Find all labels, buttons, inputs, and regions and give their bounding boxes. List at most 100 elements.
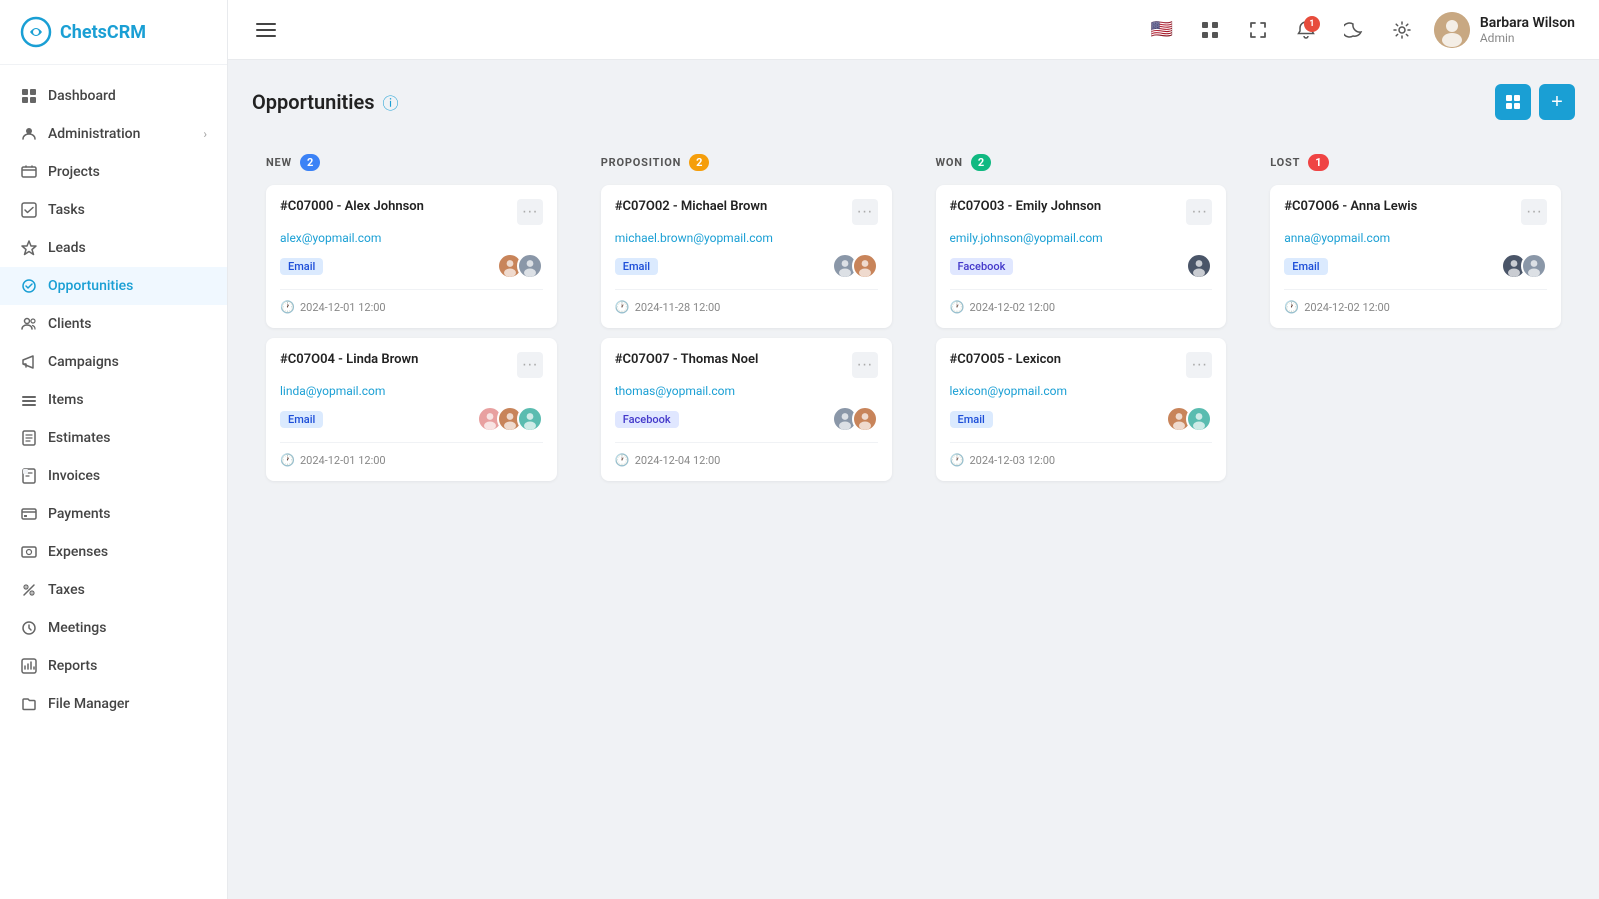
card-header: #C07000 - Alex Johnson ··· bbox=[280, 199, 543, 225]
avatar-small bbox=[852, 406, 878, 432]
info-icon[interactable]: ⓘ bbox=[383, 90, 399, 114]
header-left bbox=[252, 19, 280, 41]
sidebar-item-items[interactable]: Items bbox=[0, 381, 227, 419]
date-text: 2024-12-01 12:00 bbox=[300, 454, 386, 467]
opportunity-card[interactable]: #C07O04 - Linda Brown ··· linda@yopmail.… bbox=[266, 338, 557, 481]
opportunity-card[interactable]: #C07000 - Alex Johnson ··· alex@yopmail.… bbox=[266, 185, 557, 328]
opportunity-card[interactable]: #C07O07 - Thomas Noel ··· thomas@yopmail… bbox=[601, 338, 892, 481]
sidebar-item-meetings[interactable]: Meetings bbox=[0, 609, 227, 647]
sidebar: ChetsCRM Dashboard Administration › Proj… bbox=[0, 0, 228, 899]
menu-toggle[interactable] bbox=[252, 19, 280, 41]
sidebar-item-dashboard[interactable]: Dashboard bbox=[0, 77, 227, 115]
grid-apps-icon[interactable] bbox=[1194, 14, 1226, 46]
notification-count: 1 bbox=[1304, 16, 1320, 32]
logo-area[interactable]: ChetsCRM bbox=[0, 0, 227, 65]
main-content: Opportunities ⓘ + NEW 2 #C07000 - Alex J… bbox=[228, 60, 1599, 899]
items-icon bbox=[20, 391, 38, 409]
card-menu-button[interactable]: ··· bbox=[1186, 199, 1212, 225]
card-menu-button[interactable]: ··· bbox=[517, 199, 543, 225]
date-text: 2024-12-03 12:00 bbox=[969, 454, 1055, 467]
card-email: emily.johnson@yopmail.com bbox=[950, 231, 1213, 245]
opportunity-card[interactable]: #C07O02 - Michael Brown ··· michael.brow… bbox=[601, 185, 892, 328]
column-title: PROPOSITION bbox=[601, 156, 681, 169]
sidebar-item-expenses[interactable]: Expenses bbox=[0, 533, 227, 571]
card-header: #C07O07 - Thomas Noel ··· bbox=[615, 352, 878, 378]
column-badge: 2 bbox=[689, 154, 709, 171]
avatar-small bbox=[517, 406, 543, 432]
card-menu-button[interactable]: ··· bbox=[517, 352, 543, 378]
user-role: Admin bbox=[1480, 31, 1575, 45]
card-date: 🕐 2024-11-28 12:00 bbox=[615, 300, 878, 314]
card-title: #C07O04 - Linda Brown bbox=[280, 352, 418, 367]
opportunity-card[interactable]: #C07O05 - Lexicon ··· lexicon@yopmail.co… bbox=[936, 338, 1227, 481]
clock-icon: 🕐 bbox=[1284, 300, 1299, 314]
column-badge: 2 bbox=[971, 154, 991, 171]
card-avatars bbox=[832, 253, 878, 279]
column-new: NEW 2 #C07000 - Alex Johnson ··· alex@yo… bbox=[252, 140, 571, 495]
card-header: #C07O02 - Michael Brown ··· bbox=[615, 199, 878, 225]
user-profile[interactable]: Barbara Wilson Admin bbox=[1434, 12, 1575, 48]
card-source-tag: Email bbox=[280, 258, 323, 275]
card-menu-button[interactable]: ··· bbox=[852, 352, 878, 378]
card-divider bbox=[280, 289, 543, 290]
expenses-icon bbox=[20, 543, 38, 561]
sidebar-item-leads[interactable]: Leads bbox=[0, 229, 227, 267]
file-manager-icon bbox=[20, 695, 38, 713]
flag-icon[interactable]: 🇺🇸 bbox=[1146, 14, 1178, 46]
card-avatars bbox=[1186, 253, 1212, 279]
card-avatars bbox=[477, 406, 543, 432]
notification-bell-icon[interactable]: 1 bbox=[1290, 14, 1322, 46]
clock-icon: 🕐 bbox=[950, 453, 965, 467]
sidebar-item-reports[interactable]: Reports bbox=[0, 647, 227, 685]
sidebar-item-administration[interactable]: Administration › bbox=[0, 115, 227, 153]
sidebar-item-label: Administration bbox=[48, 126, 140, 142]
card-source-tag: Facebook bbox=[615, 411, 679, 428]
sidebar-item-tasks[interactable]: Tasks bbox=[0, 191, 227, 229]
card-source-tag: Email bbox=[280, 411, 323, 428]
settings-icon[interactable] bbox=[1386, 14, 1418, 46]
date-text: 2024-11-28 12:00 bbox=[635, 301, 721, 314]
add-opportunity-button[interactable]: + bbox=[1539, 84, 1575, 120]
column-title: NEW bbox=[266, 156, 292, 169]
card-title: #C07000 - Alex Johnson bbox=[280, 199, 424, 214]
kanban-board: NEW 2 #C07000 - Alex Johnson ··· alex@yo… bbox=[252, 140, 1575, 495]
card-divider bbox=[280, 442, 543, 443]
sidebar-item-label: Invoices bbox=[48, 468, 100, 484]
page-header: Opportunities ⓘ + bbox=[252, 84, 1575, 120]
view-toggle-button[interactable] bbox=[1495, 84, 1531, 120]
opportunity-card[interactable]: #C07O03 - Emily Johnson ··· emily.johnso… bbox=[936, 185, 1227, 328]
card-menu-button[interactable]: ··· bbox=[1521, 199, 1547, 225]
card-source-tag: Email bbox=[950, 411, 993, 428]
sidebar-item-payments[interactable]: Payments bbox=[0, 495, 227, 533]
sidebar-item-projects[interactable]: Projects bbox=[0, 153, 227, 191]
clock-icon: 🕐 bbox=[615, 300, 630, 314]
dark-mode-icon[interactable] bbox=[1338, 14, 1370, 46]
opportunity-card[interactable]: #C07O06 - Anna Lewis ··· anna@yopmail.co… bbox=[1270, 185, 1561, 328]
card-divider bbox=[615, 289, 878, 290]
sidebar-item-label: File Manager bbox=[48, 696, 129, 712]
column-lost: LOST 1 #C07O06 - Anna Lewis ··· anna@yop… bbox=[1256, 140, 1575, 342]
sidebar-item-file-manager[interactable]: File Manager bbox=[0, 685, 227, 723]
card-header: #C07O06 - Anna Lewis ··· bbox=[1284, 199, 1547, 225]
sidebar-item-invoices[interactable]: Invoices bbox=[0, 457, 227, 495]
column-title: LOST bbox=[1270, 156, 1300, 169]
sidebar-item-label: Meetings bbox=[48, 620, 106, 636]
card-menu-button[interactable]: ··· bbox=[1186, 352, 1212, 378]
sidebar-item-taxes[interactable]: Taxes bbox=[0, 571, 227, 609]
meetings-icon bbox=[20, 619, 38, 637]
card-divider bbox=[950, 289, 1213, 290]
sidebar-item-clients[interactable]: Clients bbox=[0, 305, 227, 343]
sidebar-item-opportunities[interactable]: Opportunities bbox=[0, 267, 227, 305]
sidebar-item-label: Tasks bbox=[48, 202, 85, 218]
card-title: #C07O06 - Anna Lewis bbox=[1284, 199, 1417, 214]
card-meta: Email bbox=[1284, 253, 1547, 279]
fullscreen-icon[interactable] bbox=[1242, 14, 1274, 46]
sidebar-item-campaigns[interactable]: Campaigns bbox=[0, 343, 227, 381]
header-right: 🇺🇸 1 Barbara Wilson bbox=[1146, 12, 1575, 48]
card-menu-button[interactable]: ··· bbox=[852, 199, 878, 225]
card-header: #C07O04 - Linda Brown ··· bbox=[280, 352, 543, 378]
sidebar-item-label: Leads bbox=[48, 240, 86, 256]
column-badge: 2 bbox=[300, 154, 320, 171]
sidebar-item-estimates[interactable]: Estimates bbox=[0, 419, 227, 457]
admin-icon bbox=[20, 125, 38, 143]
